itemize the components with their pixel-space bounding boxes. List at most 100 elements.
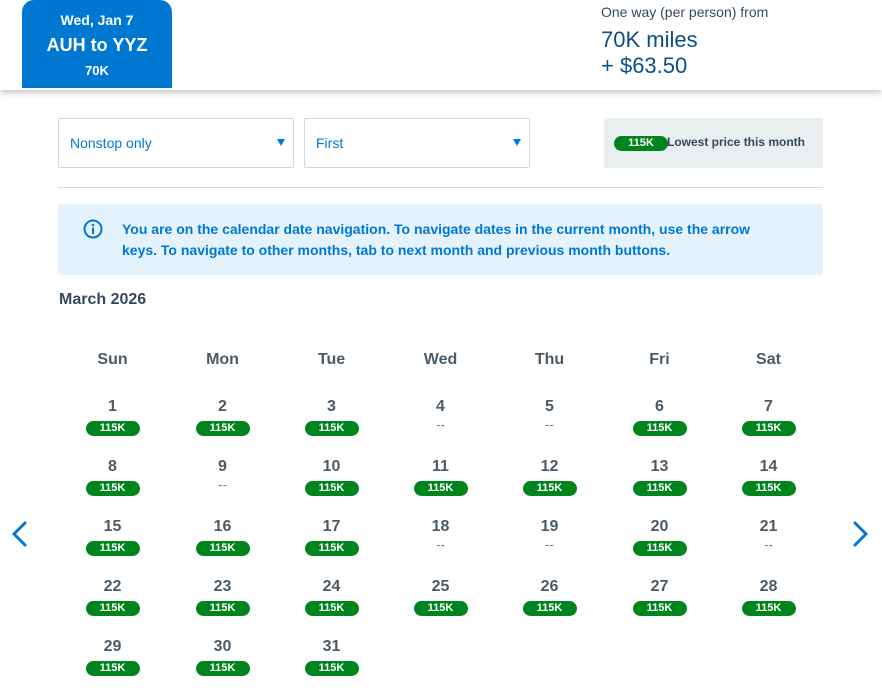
calendar-day[interactable]: 29 115K	[58, 637, 167, 693]
price-badge: 115K	[304, 481, 359, 496]
price-badge: 115K	[741, 481, 796, 496]
price-badge: 115K	[632, 541, 687, 556]
day-number: 7	[764, 398, 773, 415]
day-number: 15	[103, 518, 122, 535]
day-number: 9	[218, 458, 227, 475]
info-banner: You are on the calendar date navigation.…	[58, 204, 823, 275]
calendar-day[interactable]: 7 115K	[714, 397, 823, 455]
weekday-header: Sun	[97, 351, 128, 368]
calendar-day[interactable]: 25 115K	[386, 577, 495, 635]
legend-badge: 115K	[614, 136, 668, 151]
fare-miles: 70K miles	[601, 27, 698, 52]
calendar-day[interactable]: 27 115K	[605, 577, 714, 635]
calendar-day[interactable]: 11 115K	[386, 457, 495, 515]
calendar-day[interactable]: 22 115K	[58, 577, 167, 635]
calendar-day[interactable]: 18 --	[386, 517, 495, 575]
calendar-day[interactable]: 9 --	[168, 457, 277, 515]
day-number: 16	[213, 518, 232, 535]
no-price: --	[545, 417, 554, 432]
selected-flight-date: Wed, Jan 7	[60, 12, 134, 28]
weekday-header: Tue	[317, 351, 346, 368]
day-number: 5	[545, 398, 554, 415]
calendar-day[interactable]: 21 --	[714, 517, 823, 575]
info-circle-icon	[83, 219, 103, 239]
divider	[58, 187, 823, 188]
selected-flight-card[interactable]: Wed, Jan 7 AUH to YYZ 70K	[22, 0, 172, 88]
cabin-select[interactable]: First	[304, 118, 530, 168]
price-badge: 115K	[741, 601, 796, 616]
price-badge: 115K	[304, 601, 359, 616]
day-number: 8	[108, 458, 117, 475]
weekday-header: Thu	[534, 351, 565, 368]
chevron-left-icon[interactable]	[8, 518, 32, 550]
calendar-day[interactable]: 15 115K	[58, 517, 167, 575]
calendar-day[interactable]: 5 --	[495, 397, 604, 455]
calendar-day[interactable]: 12 115K	[495, 457, 604, 515]
day-number: 26	[540, 578, 559, 595]
day-number: 13	[650, 458, 669, 475]
price-badge: 115K	[85, 481, 140, 496]
day-number: 27	[650, 578, 669, 595]
day-number: 10	[322, 458, 341, 475]
price-badge: 115K	[413, 601, 468, 616]
day-number: 11	[432, 458, 449, 475]
calendar-day[interactable]: 8 115K	[58, 457, 167, 515]
day-number: 28	[759, 578, 778, 595]
selected-flight-price: 70K	[85, 63, 109, 78]
price-badge: 115K	[304, 421, 359, 436]
calendar-day[interactable]: 10 115K	[277, 457, 386, 515]
stops-select[interactable]: Nonstop only	[58, 118, 294, 168]
calendar-day[interactable]: 1 115K	[58, 397, 167, 455]
fare-summary: One way (per person) from 70K miles + $6…	[601, 4, 768, 79]
day-number: 22	[103, 578, 122, 595]
day-number: 12	[540, 458, 559, 475]
calendar-day[interactable]: 19 --	[495, 517, 604, 575]
weekday-header: Fri	[649, 351, 670, 368]
price-badge: 115K	[195, 541, 250, 556]
day-number: 30	[213, 638, 232, 655]
price-badge: 115K	[85, 601, 140, 616]
chevron-right-icon[interactable]	[848, 518, 872, 550]
calendar-day[interactable]: 16 115K	[168, 517, 277, 575]
day-number: 1	[108, 398, 117, 415]
calendar-day[interactable]: 6 115K	[605, 397, 714, 455]
calendar-day[interactable]: 14 115K	[714, 457, 823, 515]
weekday-header: Wed	[423, 351, 458, 368]
caret-down-icon	[513, 139, 521, 146]
price-badge: 115K	[304, 661, 359, 676]
stops-select-value: Nonstop only	[70, 135, 152, 151]
fare-taxes: + $63.50	[601, 53, 688, 78]
no-price: --	[764, 537, 773, 552]
legend-text: Lowest price this month	[667, 135, 806, 149]
day-number: 25	[431, 578, 450, 595]
calendar-day[interactable]: 30 115K	[168, 637, 277, 693]
cabin-select-value: First	[316, 135, 344, 151]
day-number: 19	[540, 518, 559, 535]
calendar-day[interactable]: 17 115K	[277, 517, 386, 575]
fare-label: One way (per person) from	[601, 4, 769, 20]
calendar-day[interactable]: 24 115K	[277, 577, 386, 635]
calendar-day[interactable]: 23 115K	[168, 577, 277, 635]
calendar-day[interactable]: 3 115K	[277, 397, 386, 455]
month-title: March 2026	[59, 291, 147, 308]
selected-flight-route: AUH to YYZ	[46, 35, 148, 55]
price-badge: 115K	[522, 601, 577, 616]
calendar-day[interactable]: 13 115K	[605, 457, 714, 515]
price-badge: 115K	[195, 421, 250, 436]
calendar-day[interactable]: 28 115K	[714, 577, 823, 635]
price-badge: 115K	[741, 421, 796, 436]
no-price: --	[436, 537, 445, 552]
calendar-day[interactable]: 2 115K	[168, 397, 277, 455]
calendar-day[interactable]: 31 115K	[277, 637, 386, 693]
day-number: 23	[213, 578, 232, 595]
calendar-day[interactable]: 4 --	[386, 397, 495, 455]
calendar-day[interactable]: 26 115K	[495, 577, 604, 635]
calendar-day[interactable]: 20 115K	[605, 517, 714, 575]
day-number: 20	[650, 518, 669, 535]
day-number: 29	[103, 638, 122, 655]
weekday-header: Sat	[756, 351, 781, 368]
price-badge: 115K	[195, 601, 250, 616]
no-price: --	[436, 417, 445, 432]
day-number: 24	[322, 578, 341, 595]
day-number: 2	[218, 398, 227, 415]
